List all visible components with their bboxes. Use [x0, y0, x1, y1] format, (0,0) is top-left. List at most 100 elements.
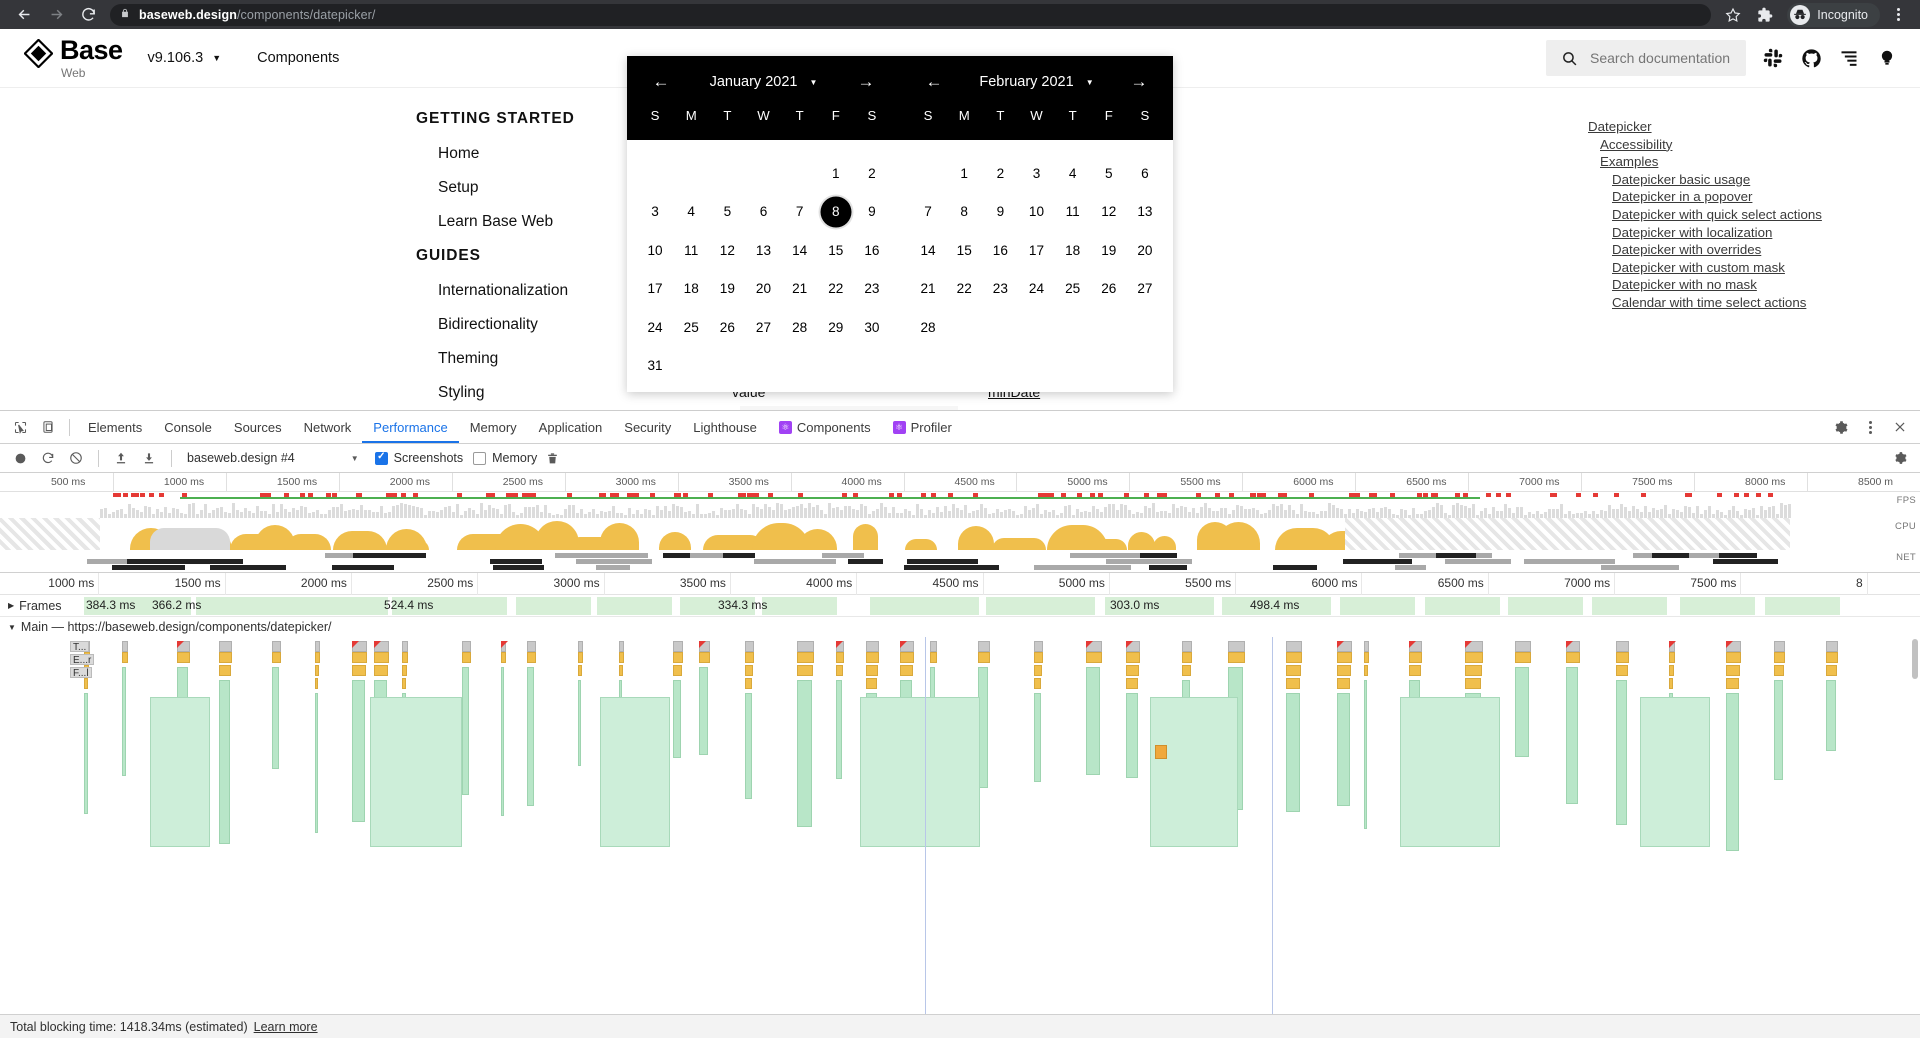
render-block[interactable] [1773, 680, 1784, 780]
script-block[interactable] [796, 652, 815, 663]
task-block[interactable] [219, 641, 232, 652]
render-block[interactable] [1514, 667, 1530, 758]
script-block[interactable] [1033, 665, 1042, 676]
calendar-day-27[interactable]: 27 [745, 312, 781, 343]
script-block[interactable] [1286, 665, 1302, 676]
script-block[interactable] [1181, 652, 1193, 663]
calendar-day-29[interactable]: 29 [818, 312, 854, 343]
reload-record-icon[interactable] [35, 446, 61, 470]
calendar-day-16[interactable]: 16 [854, 235, 890, 266]
render-block[interactable] [1125, 693, 1138, 778]
script-block[interactable] [1125, 665, 1139, 676]
script-block[interactable] [1086, 652, 1103, 663]
script-block[interactable] [577, 652, 583, 663]
script-block[interactable] [1337, 652, 1353, 663]
script-block[interactable] [699, 652, 711, 663]
calendar-day-22[interactable]: 22 [818, 273, 854, 304]
nav-item-styling[interactable]: Styling [0, 384, 700, 402]
tab-elements[interactable]: Elements [77, 411, 153, 443]
script-block[interactable] [1668, 678, 1674, 689]
script-block[interactable] [1033, 652, 1043, 663]
toc-item-quick-select[interactable]: Datepicker with quick select actions [1612, 206, 1920, 224]
frame-block[interactable] [1765, 597, 1840, 615]
render-band[interactable] [860, 697, 980, 847]
task-block[interactable] [461, 641, 472, 652]
calendar-day-16[interactable]: 16 [982, 235, 1018, 266]
calendar-day-1[interactable]: 1 [946, 158, 982, 189]
task-block[interactable] [796, 641, 815, 652]
calendar-day-5[interactable]: 5 [709, 196, 745, 227]
nav-item-home[interactable]: Home [0, 145, 700, 163]
render-block[interactable] [699, 667, 709, 756]
render-block[interactable] [673, 680, 681, 758]
render-block[interactable] [1337, 693, 1351, 807]
gear-icon[interactable] [1826, 414, 1854, 440]
month-1-title-group[interactable]: January 2021 ▼ [673, 74, 854, 90]
task-block[interactable] [1181, 641, 1193, 652]
brand-logo[interactable]: Base Web [23, 37, 123, 79]
task-block[interactable] [1364, 641, 1370, 652]
slack-icon[interactable] [1762, 47, 1784, 69]
calendar-day-9[interactable]: 9 [854, 196, 890, 227]
calendar-day-21[interactable]: 21 [910, 273, 946, 304]
script-block[interactable] [865, 665, 878, 676]
calendar-day-15[interactable]: 15 [818, 235, 854, 266]
script-block[interactable] [219, 652, 232, 663]
tab-lighthouse[interactable]: Lighthouse [682, 411, 768, 443]
version-selector[interactable]: v9.106.3 ▼ [148, 50, 222, 66]
value-code-field[interactable]: [new Date()] [740, 406, 958, 410]
script-block[interactable] [402, 665, 407, 676]
script-block[interactable] [1465, 665, 1482, 676]
toc-item-basic-usage[interactable]: Datepicker basic usage [1612, 171, 1920, 189]
render-block[interactable] [1826, 680, 1836, 751]
github-icon[interactable] [1800, 47, 1822, 69]
script-block[interactable] [1725, 665, 1740, 676]
script-block[interactable] [1668, 652, 1676, 663]
calendar-day-2[interactable]: 2 [854, 158, 890, 189]
calendar-day-28[interactable]: 28 [910, 312, 946, 343]
month-2-title-group[interactable]: February 2021 ▼ [946, 74, 1127, 90]
profile-selector[interactable]: baseweb.design #4 ▼ [187, 451, 359, 465]
render-block[interactable] [1566, 667, 1579, 804]
toc-item-no-mask[interactable]: Datepicker with no mask [1612, 276, 1920, 294]
render-block[interactable] [219, 680, 230, 845]
script-block[interactable] [351, 652, 367, 663]
upload-icon[interactable] [108, 446, 134, 470]
script-block[interactable] [1566, 652, 1581, 663]
task-block[interactable] [1826, 641, 1838, 652]
reload-button[interactable] [72, 0, 104, 29]
script-block[interactable] [1125, 652, 1140, 663]
calendar-day-25[interactable]: 25 [673, 312, 709, 343]
toc-item-custom-mask[interactable]: Datepicker with custom mask [1612, 259, 1920, 277]
script-block[interactable] [1337, 665, 1352, 676]
forward-button[interactable] [40, 0, 72, 29]
calendar-day-18[interactable]: 18 [1055, 235, 1091, 266]
back-button[interactable] [8, 0, 40, 29]
frame-block[interactable] [273, 597, 388, 615]
frame-block[interactable] [762, 597, 837, 615]
render-block[interactable] [84, 693, 89, 814]
script-block[interactable] [527, 652, 536, 663]
script-block[interactable] [1725, 678, 1739, 689]
script-block[interactable] [744, 678, 753, 689]
script-block[interactable] [1615, 652, 1630, 663]
render-block[interactable] [1033, 693, 1041, 783]
script-block[interactable] [315, 652, 321, 663]
script-block[interactable] [1125, 678, 1138, 689]
script-block[interactable] [1514, 652, 1532, 663]
task-block[interactable] [1227, 641, 1245, 652]
toc-item-examples[interactable]: Examples [1600, 153, 1920, 171]
script-block[interactable] [1408, 652, 1422, 663]
task-block[interactable] [315, 641, 321, 652]
script-block[interactable] [865, 678, 877, 689]
script-block[interactable] [1615, 665, 1629, 676]
tab-application[interactable]: Application [528, 411, 614, 443]
calendar-day-12[interactable]: 12 [1091, 196, 1127, 227]
calendar-day-25[interactable]: 25 [1055, 273, 1091, 304]
script-block[interactable] [402, 652, 408, 663]
tab-memory[interactable]: Memory [459, 411, 528, 443]
mindate-value-field[interactable]: 2020-10-17T07:00:00.000Z [988, 406, 1206, 410]
next-month-button-1[interactable]: → [854, 72, 878, 92]
render-band[interactable] [600, 697, 670, 847]
script-block[interactable] [673, 652, 683, 663]
